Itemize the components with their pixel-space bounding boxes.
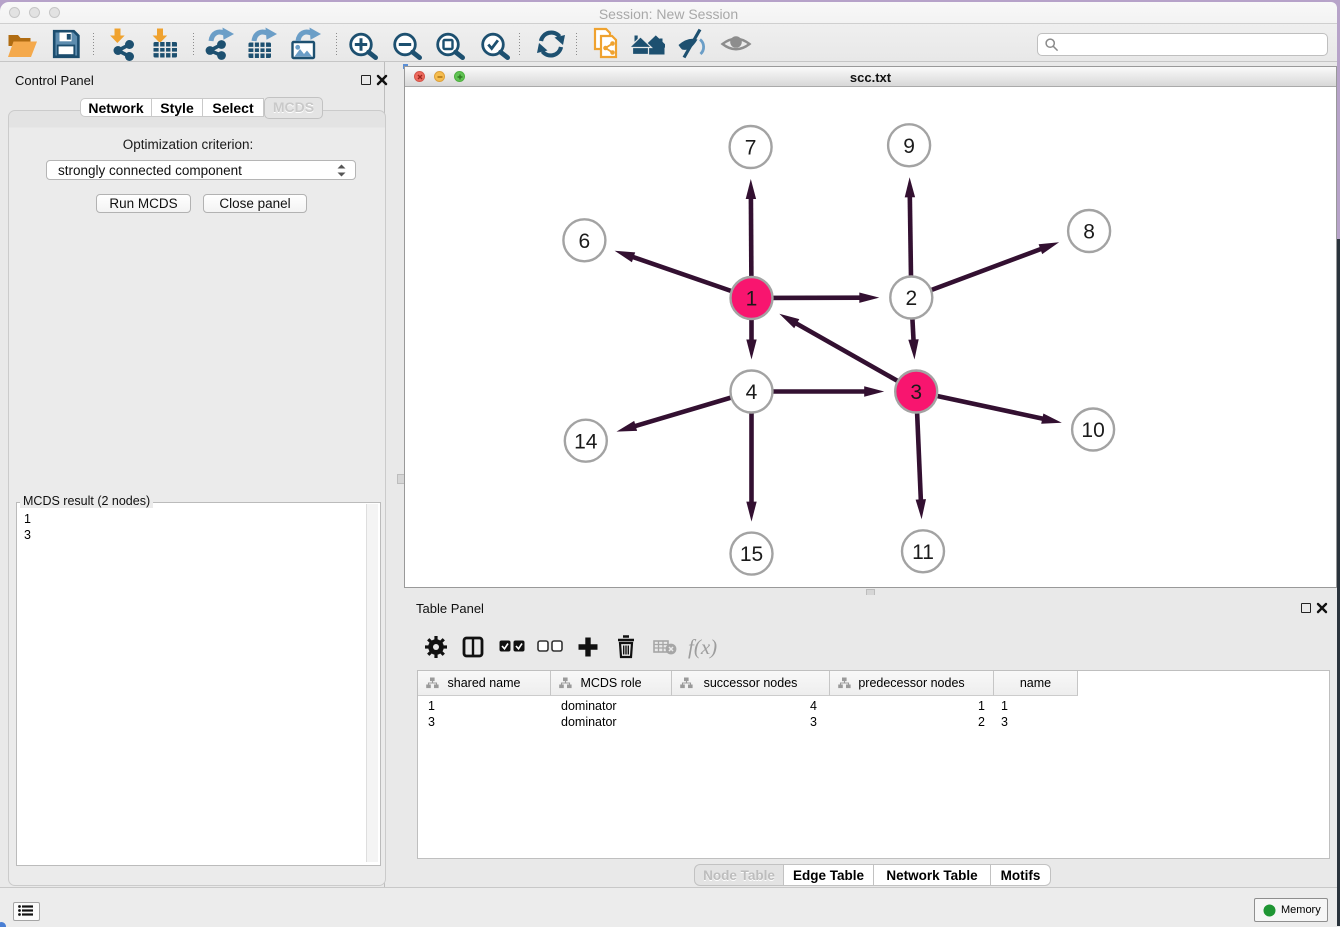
svg-text:10: 10 (1081, 419, 1104, 442)
svg-text:6: 6 (579, 230, 591, 253)
svg-text:14: 14 (574, 430, 598, 453)
svg-text:7: 7 (745, 137, 757, 160)
svg-text:9: 9 (903, 135, 915, 158)
svg-text:4: 4 (746, 381, 758, 404)
svg-text:3: 3 (910, 381, 922, 404)
svg-text:11: 11 (912, 541, 934, 564)
svg-text:1: 1 (746, 288, 758, 311)
svg-text:8: 8 (1083, 221, 1095, 244)
svg-text:2: 2 (905, 287, 917, 310)
svg-text:15: 15 (740, 543, 763, 566)
